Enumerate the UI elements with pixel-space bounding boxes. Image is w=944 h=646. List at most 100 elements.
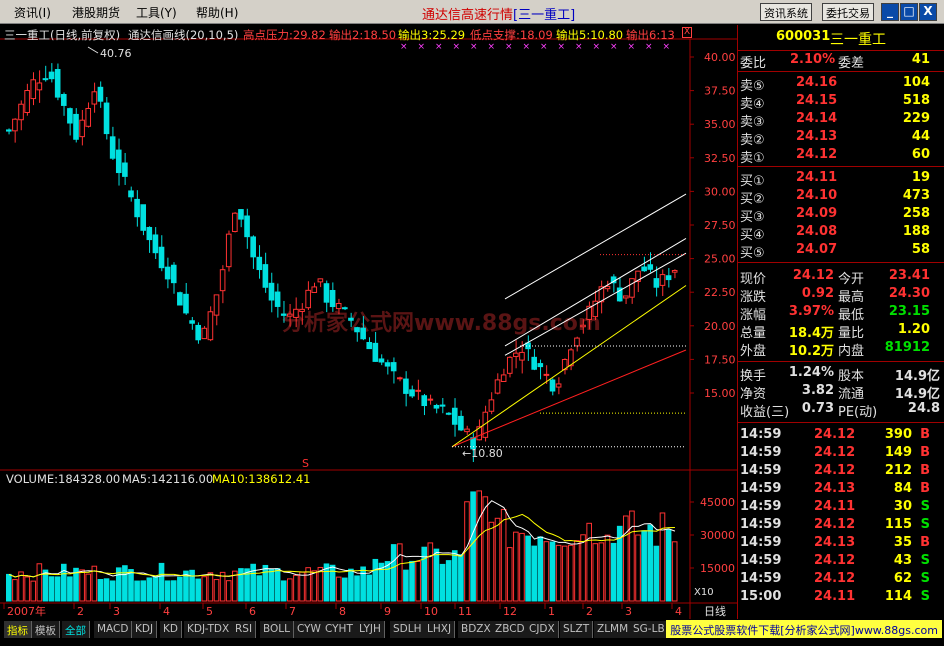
tab-boll[interactable]: BOLL bbox=[260, 621, 294, 638]
ask-row[interactable]: 卖② 24.13 44 bbox=[738, 129, 944, 148]
trade-button[interactable]: 委托交易 bbox=[822, 3, 874, 21]
stat2-label: 净资 bbox=[740, 387, 767, 402]
tab-kdj-tdx[interactable]: KDJ-TDX bbox=[184, 621, 234, 638]
candle-body bbox=[140, 204, 147, 231]
ask-row[interactable]: 卖⑤ 24.16 104 bbox=[738, 75, 944, 94]
volume-bar bbox=[543, 541, 550, 602]
volume-bar bbox=[189, 569, 195, 602]
time-tick-label: 12 bbox=[503, 605, 517, 618]
price-tick-label: 17.50 bbox=[704, 353, 736, 366]
tab-模板[interactable]: 模板 bbox=[32, 621, 60, 638]
signal-marker: × bbox=[418, 42, 426, 52]
high-price-pointer bbox=[87, 46, 99, 54]
price-tick-label: 27.50 bbox=[704, 219, 736, 232]
menu-item-help[interactable]: 帮助(H) bbox=[196, 4, 238, 21]
tick-price: 24.12 bbox=[814, 571, 856, 586]
price-tick-label: 25.00 bbox=[704, 253, 736, 266]
candle-body bbox=[91, 91, 98, 105]
kline-chart[interactable]: 40.00 37.50 35.00 32.50 30.00 27.50 25.00 22.50… bbox=[0, 25, 738, 619]
menu-item-info[interactable]: 资讯(I) bbox=[14, 4, 51, 21]
volume-bar bbox=[488, 521, 495, 602]
volume-bar bbox=[317, 566, 324, 602]
minimize-button[interactable]: _ bbox=[881, 3, 899, 21]
volume-bar bbox=[671, 541, 678, 602]
menu-item-tools[interactable]: 工具(Y) bbox=[136, 4, 177, 21]
signal-marker: × bbox=[400, 42, 408, 52]
tab-sg-lb[interactable]: SG-LB bbox=[630, 621, 669, 638]
menu-bar: 资讯(I) 港股期货 工具(Y) 帮助(H) 通达信高速行情[三一重工] 资讯系… bbox=[0, 0, 944, 24]
quote-divider bbox=[738, 166, 944, 167]
signal-marker: × bbox=[453, 42, 461, 52]
tab-sdlh[interactable]: SDLH bbox=[390, 621, 426, 638]
stat-label: 内盘 bbox=[838, 344, 865, 359]
stat2-row: 净资 3.82 流通 14.9亿 bbox=[738, 383, 944, 402]
quote-divider bbox=[738, 71, 944, 72]
tab-kdj[interactable]: KDJ bbox=[132, 621, 158, 638]
price-tick-label: 20.00 bbox=[704, 320, 736, 333]
period-label: 日线 bbox=[704, 604, 726, 618]
tab-kd[interactable]: KD bbox=[160, 621, 182, 638]
volume-bar bbox=[409, 560, 415, 602]
candle-body bbox=[177, 292, 183, 306]
volume-bar bbox=[103, 578, 110, 602]
tick-direction: B bbox=[920, 535, 930, 550]
ask-row[interactable]: 卖① 24.12 60 bbox=[738, 147, 944, 166]
bid-row[interactable]: 买⑤ 24.07 58 bbox=[738, 242, 944, 261]
tab-cyht[interactable]: CYHT bbox=[322, 621, 357, 638]
stat2-value: 0.73 bbox=[801, 401, 834, 416]
volume-bar bbox=[372, 558, 379, 602]
quote-divider bbox=[738, 361, 944, 362]
ask-row[interactable]: 卖③ 24.14 229 bbox=[738, 111, 944, 130]
tab-cjdx[interactable]: CJDX bbox=[526, 621, 559, 638]
volume-ma10-label: MA10:138612.41 bbox=[212, 472, 311, 486]
maximize-button[interactable]: □ bbox=[900, 3, 918, 21]
bid-row[interactable]: 买① 24.11 19 bbox=[738, 170, 944, 189]
tick-row: 14:59 24.12 62 S bbox=[738, 571, 944, 589]
tab-全部[interactable]: 全部 bbox=[62, 621, 90, 638]
bid-row[interactable]: 买② 24.10 473 bbox=[738, 188, 944, 207]
price-tick-label: 32.50 bbox=[704, 152, 736, 165]
ask-volume: 518 bbox=[902, 93, 930, 108]
sell-signal-label: S bbox=[302, 457, 309, 470]
candle-body bbox=[445, 412, 452, 415]
ad-banner[interactable]: 股票公式股票软件下载[分析家公式网]www.88gs.com bbox=[666, 620, 942, 638]
volume-bar bbox=[24, 576, 30, 602]
candle-body bbox=[128, 190, 134, 198]
ask-price: 24.16 bbox=[796, 75, 838, 90]
ask-row[interactable]: 卖④ 24.15 518 bbox=[738, 93, 944, 112]
stat-row: 外盘 10.2万 内盘 81912 bbox=[738, 340, 944, 359]
tab-zbcd[interactable]: ZBCD bbox=[492, 621, 529, 638]
bid-row[interactable]: 买③ 24.09 258 bbox=[738, 206, 944, 225]
menu-item-hk-futures[interactable]: 港股期货 bbox=[72, 4, 120, 21]
tab-slzt[interactable]: SLZT bbox=[560, 621, 594, 638]
volume-bar bbox=[79, 569, 85, 602]
chart-canvas: 40.00 37.50 35.00 32.50 30.00 27.50 25.00 22.50… bbox=[0, 38, 738, 619]
candle-body bbox=[342, 307, 348, 310]
tab-lyjh[interactable]: LYJH bbox=[356, 621, 385, 638]
info-system-button[interactable]: 资讯系统 bbox=[760, 3, 812, 21]
output3-label: 输出3:25.29 bbox=[398, 28, 466, 42]
tick-time: 14:59 bbox=[740, 463, 782, 478]
stat-label: 最低 bbox=[838, 308, 865, 323]
tab-rsi[interactable]: RSI bbox=[232, 621, 257, 638]
close-button[interactable]: X bbox=[919, 3, 937, 21]
tab-lhxj[interactable]: LHXJ bbox=[424, 621, 456, 638]
volume-ma5-label: MA5:142116.00 bbox=[122, 472, 214, 486]
bid-label: 买② bbox=[740, 192, 765, 207]
tick-row: 14:59 24.13 35 B bbox=[738, 535, 944, 553]
bid-row[interactable]: 买④ 24.08 188 bbox=[738, 224, 944, 243]
tab-zlmm[interactable]: ZLMM bbox=[594, 621, 633, 638]
tick-row: 14:59 24.12 115 S bbox=[738, 517, 944, 535]
tab-macd[interactable]: MACD bbox=[94, 621, 133, 638]
signal-marker: × bbox=[628, 42, 636, 52]
tab-指标[interactable]: 指标 bbox=[4, 621, 32, 638]
candle-body bbox=[262, 264, 269, 288]
volume-bar bbox=[586, 522, 592, 602]
tab-bdzx[interactable]: BDZX bbox=[458, 621, 495, 638]
quote-divider bbox=[738, 50, 944, 51]
stat-row: 涨跌 0.92 最高 24.30 bbox=[738, 286, 944, 305]
stat-label: 涨跌 bbox=[740, 290, 767, 305]
tab-cyw[interactable]: CYW bbox=[294, 621, 325, 638]
candle-body bbox=[604, 285, 611, 290]
tick-row: 15:00 24.11 114 S bbox=[738, 589, 944, 607]
